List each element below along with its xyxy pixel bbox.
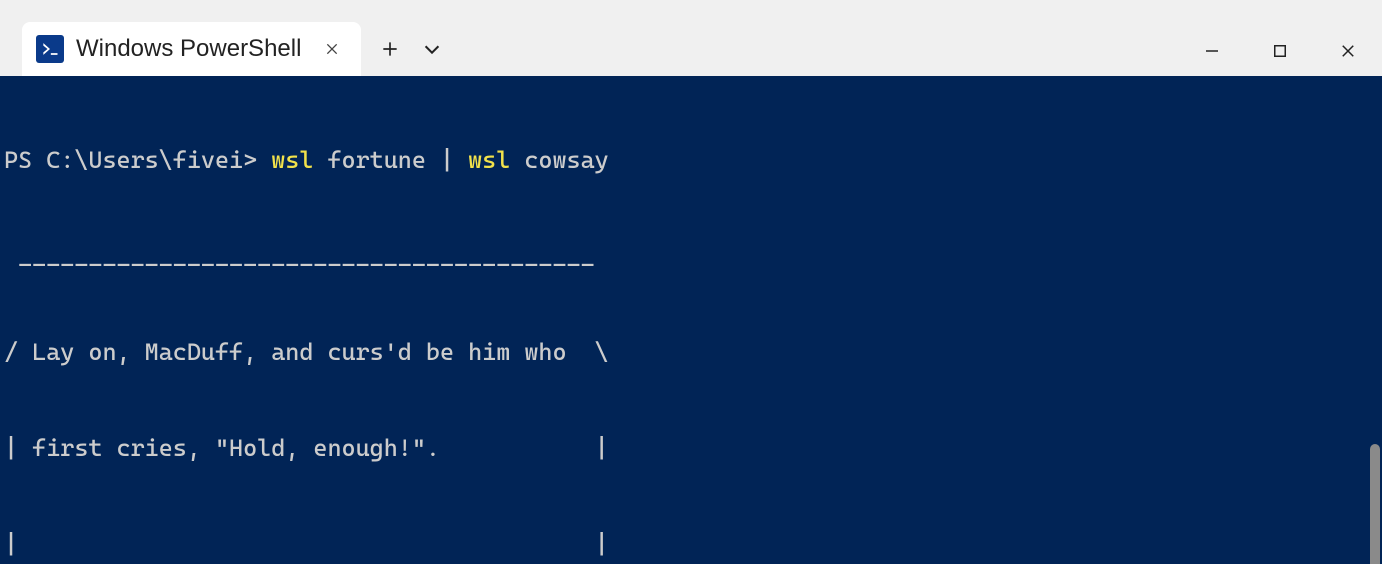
output-line: ________________________________________…: [4, 240, 1382, 272]
output-line: / Lay on, MacDuff, and curs'd be him who…: [4, 336, 1382, 368]
window-controls: [1178, 26, 1382, 76]
output-line: | |: [4, 528, 1382, 560]
maximize-button[interactable]: [1246, 26, 1314, 76]
powershell-icon: [36, 35, 64, 63]
cmd-token: wsl: [468, 146, 524, 174]
prompt-prefix: PS C:\Users\fivei>: [4, 146, 271, 174]
output-line: | first cries, "Hold, enough!". |: [4, 432, 1382, 464]
tab-powershell[interactable]: Windows PowerShell: [22, 22, 361, 76]
tab-dropdown-button[interactable]: [415, 32, 449, 66]
minimize-button[interactable]: [1178, 26, 1246, 76]
scrollbar-thumb[interactable]: [1370, 444, 1380, 564]
close-tab-button[interactable]: [321, 38, 343, 60]
prompt-line: PS C:\Users\fivei> wsl fortune | wsl cow…: [4, 144, 1382, 176]
tabs-area: Windows PowerShell: [22, 0, 449, 76]
terminal-pane[interactable]: PS C:\Users\fivei> wsl fortune | wsl cow…: [0, 76, 1382, 564]
tab-actions: [373, 22, 449, 76]
cmd-arg: cowsay: [524, 146, 608, 174]
cmd-arg: fortune: [327, 146, 440, 174]
close-window-button[interactable]: [1314, 26, 1382, 76]
title-bar: Windows PowerShell: [0, 0, 1382, 76]
new-tab-button[interactable]: [373, 32, 407, 66]
cmd-pipe: |: [440, 146, 468, 174]
cmd-token: wsl: [271, 146, 327, 174]
tab-title: Windows PowerShell: [76, 35, 301, 63]
